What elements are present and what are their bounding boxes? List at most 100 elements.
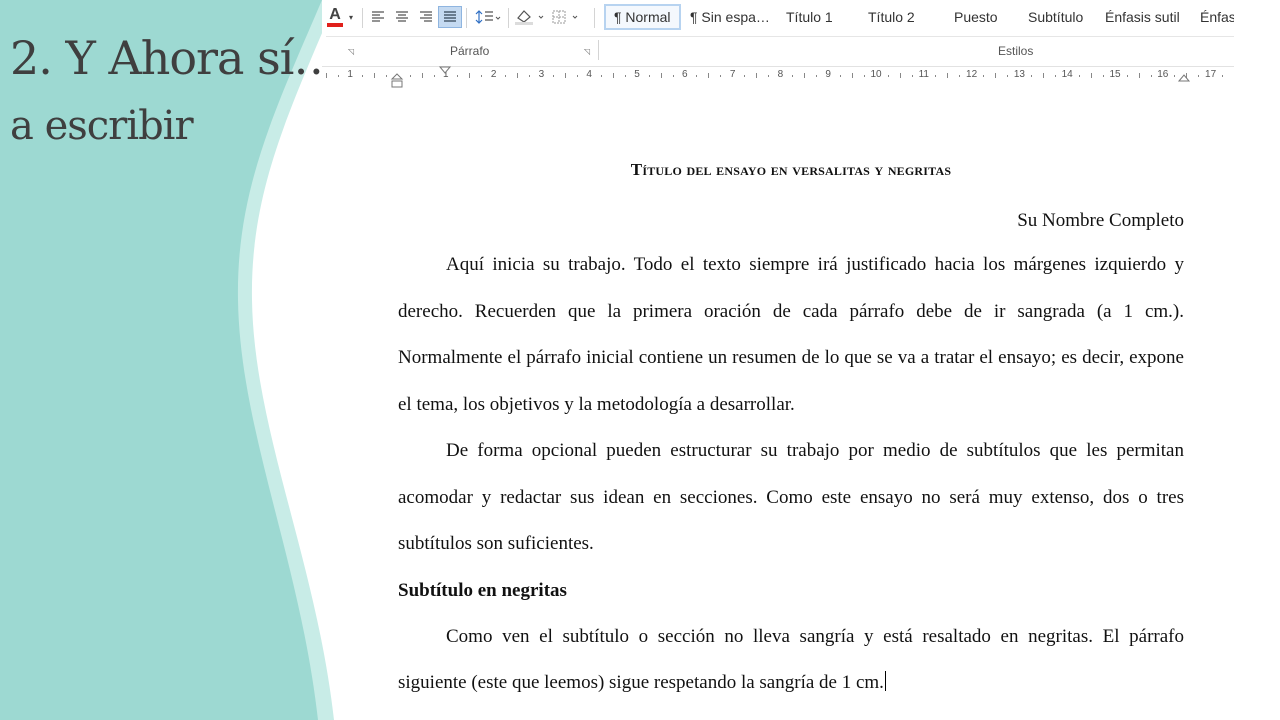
font-color-dropdown[interactable]: ▾ <box>346 6 356 28</box>
font-color-swatch <box>327 23 343 27</box>
ruler-tick <box>409 75 411 77</box>
paragraph-dialog-launcher-icon[interactable]: ◹ <box>584 47 590 56</box>
font-color-button[interactable]: A <box>324 6 346 28</box>
ruler-number: 17 <box>1205 69 1217 80</box>
font-color-icon: A <box>329 6 341 23</box>
ruler-tick <box>337 75 339 77</box>
ruler-tick <box>553 75 555 77</box>
ruler-tick <box>469 73 471 78</box>
ruler-tick <box>899 73 901 78</box>
ruler-number: 13 <box>1013 69 1025 80</box>
ruler-tick <box>947 73 949 78</box>
ribbon: A ▾ ¶ Normal ¶ Sin espa… Título 1 Título… <box>322 0 1234 64</box>
first-line-indent-marker-icon[interactable] <box>438 66 452 78</box>
style-enfasis[interactable]: Énfas <box>1200 4 1234 30</box>
ruler-tick <box>851 73 853 78</box>
ruler-tick <box>361 75 363 77</box>
ruler-tick <box>1126 75 1128 77</box>
ruler-number: 10 <box>870 69 882 80</box>
ruler-tick <box>660 73 662 78</box>
style-titulo-2[interactable]: Título 2 <box>868 4 915 30</box>
ruler-number: 3 <box>538 69 545 80</box>
document-subtitle: Subtítulo en negritas <box>398 579 567 601</box>
ruler-tick <box>804 73 805 78</box>
borders-icon <box>552 10 578 24</box>
ribbon-divider <box>326 36 1234 37</box>
ruler-tick <box>995 73 997 78</box>
document-paragraph-3-text: Como ven el subtítulo o sección no lleva… <box>398 625 1184 694</box>
ruler-tick <box>959 75 961 77</box>
align-center-button[interactable] <box>392 6 412 28</box>
ruler-tick <box>1043 73 1044 78</box>
ruler-tick <box>744 75 746 77</box>
ruler-number: 11 <box>918 69 929 80</box>
ruler-tick <box>624 75 626 77</box>
ruler-tick <box>1150 75 1152 77</box>
text-cursor <box>884 671 886 691</box>
ruler-tick <box>1054 75 1056 77</box>
separator <box>466 8 467 28</box>
document-author: Su Nombre Completo <box>1017 210 1184 231</box>
ruler-number: 5 <box>634 69 640 80</box>
hanging-indent-marker-icon[interactable] <box>390 73 404 89</box>
shading-button[interactable] <box>512 6 548 28</box>
ruler-tick <box>792 75 794 77</box>
slide-title: 2. Y Ahora sí… a escribir <box>10 24 339 160</box>
ruler-tick <box>756 73 758 78</box>
borders-button[interactable] <box>550 6 584 28</box>
ruler-tick <box>576 75 578 77</box>
justify-button[interactable] <box>438 6 462 28</box>
slide-title-line2: a escribir <box>10 103 194 149</box>
group-label-paragraph: Párrafo <box>450 44 490 58</box>
ruler-tick <box>481 75 483 77</box>
ruler-tick <box>529 75 531 77</box>
separator <box>362 8 363 28</box>
line-spacing-icon <box>475 10 501 24</box>
ruler-tick <box>983 75 985 77</box>
shading-icon <box>515 10 544 25</box>
document-paragraph-1: Aquí inicia su trabajo. Todo el texto si… <box>398 254 1184 415</box>
style-enfasis-sutil[interactable]: Énfasis sutil <box>1105 4 1180 30</box>
ruler-tick <box>1138 73 1140 78</box>
style-subtitulo[interactable]: Subtítulo <box>1028 4 1083 30</box>
ruler-number: 1 <box>347 69 353 80</box>
ruler-tick <box>696 75 698 77</box>
style-titulo-1[interactable]: Título 1 <box>786 4 833 30</box>
ruler-tick <box>1078 75 1080 77</box>
horizontal-ruler[interactable]: 1 1 2 3 4 5 6 7 8 9 10 11 12 13 14 15 16 17 <box>322 66 1234 88</box>
ruler-tick <box>672 75 674 77</box>
ruler-tick <box>708 73 710 78</box>
align-right-button[interactable] <box>416 6 436 28</box>
ruler-tick <box>720 75 722 77</box>
style-puesto[interactable]: Puesto <box>954 4 998 30</box>
ruler-tick <box>935 75 937 77</box>
ruler-number: 9 <box>825 69 831 80</box>
ruler-tick <box>457 75 459 77</box>
right-indent-marker-icon[interactable] <box>1177 73 1191 83</box>
ruler-tick <box>326 73 327 78</box>
group-label-styles: Estilos <box>998 44 1034 58</box>
ruler-number: 12 <box>966 69 978 80</box>
ruler-number: 7 <box>729 69 736 80</box>
align-left-button[interactable] <box>368 6 388 28</box>
slide-title-line1: 2. Y Ahora sí… <box>10 31 339 85</box>
ruler-number: 16 <box>1157 69 1169 80</box>
line-spacing-button[interactable] <box>472 6 504 28</box>
ruler-tick <box>1090 73 1092 78</box>
ruler-number: 6 <box>682 69 688 80</box>
align-right-icon <box>420 11 432 22</box>
ribbon-toolbar: A ▾ <box>322 4 1234 30</box>
align-left-icon <box>372 11 384 22</box>
ruler-tick <box>1174 75 1176 77</box>
ruler-number: 8 <box>777 69 784 80</box>
style-sin-espaciado[interactable]: ¶ Sin espa… <box>690 4 770 30</box>
font-dialog-launcher-icon[interactable]: ◹ <box>348 47 354 56</box>
ruler-tick <box>768 75 770 77</box>
document-page[interactable]: Título del ensayo en versalitas y negrit… <box>398 150 1184 707</box>
ruler-tick <box>815 75 817 77</box>
style-normal[interactable]: ¶ Normal <box>604 4 681 30</box>
align-center-icon <box>396 11 408 22</box>
ruler-tick <box>421 73 423 78</box>
ruler-tick <box>1007 75 1009 77</box>
document-paragraph-2: De forma opcional pueden estructurar su … <box>398 440 1184 554</box>
